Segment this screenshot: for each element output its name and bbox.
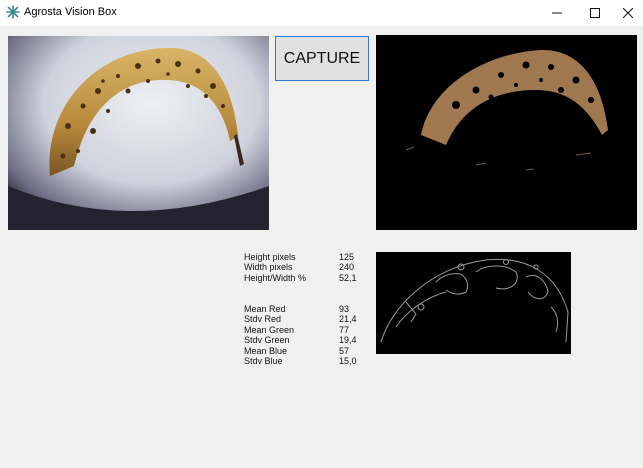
close-icon <box>623 8 633 18</box>
contour-image <box>376 252 571 354</box>
minimize-button[interactable] <box>538 0 576 26</box>
stat-label: Stdv Blue <box>244 355 283 366</box>
segmented-image <box>376 35 637 230</box>
star-burst-icon <box>6 5 20 19</box>
maximize-button[interactable] <box>576 0 614 26</box>
stat-value: 93 <box>339 304 350 314</box>
stat-label: Height/Width % <box>244 272 307 283</box>
stat-value: 125 <box>339 252 355 262</box>
camera-image <box>8 36 269 230</box>
stat-label: Stdv Red <box>244 314 282 325</box>
stat-value: 240 <box>339 262 355 273</box>
stat-value: 15,0 <box>339 355 357 366</box>
stat-label: Stdv Green <box>244 335 290 346</box>
window-title: Agrosta Vision Box <box>24 6 117 18</box>
title-bar: Agrosta Vision Box <box>0 0 643 26</box>
stat-value: 21,4 <box>339 314 357 325</box>
stat-label: Height pixels <box>244 252 296 262</box>
capture-button[interactable]: CAPTURE <box>275 36 369 81</box>
maximize-icon <box>590 8 600 18</box>
close-button[interactable] <box>613 0 643 26</box>
stat-label: Mean Green <box>244 324 295 335</box>
stat-value: 52,1 <box>339 272 357 283</box>
stat-label: Mean Blue <box>244 345 288 356</box>
stat-label: Width pixels <box>244 262 293 273</box>
minimize-icon <box>552 12 562 14</box>
stat-value: 77 <box>339 324 350 335</box>
stat-value: 57 <box>339 345 350 356</box>
stat-value: 19,4 <box>339 335 357 346</box>
stat-label: Mean Red <box>244 304 286 314</box>
